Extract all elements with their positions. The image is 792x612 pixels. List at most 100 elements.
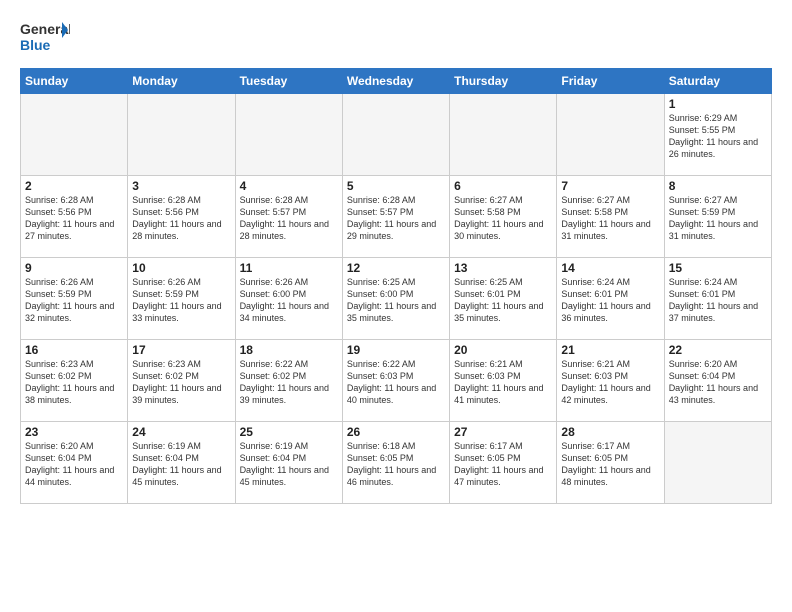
day-number: 7 xyxy=(561,179,659,193)
weekday-tuesday: Tuesday xyxy=(235,69,342,94)
day-info: Sunrise: 6:17 AM Sunset: 6:05 PM Dayligh… xyxy=(561,440,659,489)
day-info: Sunrise: 6:20 AM Sunset: 6:04 PM Dayligh… xyxy=(25,440,123,489)
day-info: Sunrise: 6:24 AM Sunset: 6:01 PM Dayligh… xyxy=(669,276,767,325)
day-info: Sunrise: 6:23 AM Sunset: 6:02 PM Dayligh… xyxy=(132,358,230,407)
calendar-cell: 14Sunrise: 6:24 AM Sunset: 6:01 PM Dayli… xyxy=(557,258,664,340)
day-number: 20 xyxy=(454,343,552,357)
calendar-cell: 18Sunrise: 6:22 AM Sunset: 6:02 PM Dayli… xyxy=(235,340,342,422)
day-number: 4 xyxy=(240,179,338,193)
calendar-cell: 8Sunrise: 6:27 AM Sunset: 5:59 PM Daylig… xyxy=(664,176,771,258)
day-info: Sunrise: 6:21 AM Sunset: 6:03 PM Dayligh… xyxy=(561,358,659,407)
day-info: Sunrise: 6:20 AM Sunset: 6:04 PM Dayligh… xyxy=(669,358,767,407)
day-number: 27 xyxy=(454,425,552,439)
calendar-cell xyxy=(557,94,664,176)
day-info: Sunrise: 6:22 AM Sunset: 6:03 PM Dayligh… xyxy=(347,358,445,407)
day-number: 22 xyxy=(669,343,767,357)
page: General Blue SundayMondayTuesdayWednesda… xyxy=(0,0,792,612)
calendar-cell: 12Sunrise: 6:25 AM Sunset: 6:00 PM Dayli… xyxy=(342,258,449,340)
day-info: Sunrise: 6:28 AM Sunset: 5:57 PM Dayligh… xyxy=(240,194,338,243)
calendar-cell xyxy=(342,94,449,176)
day-number: 12 xyxy=(347,261,445,275)
logo: General Blue xyxy=(20,16,70,58)
calendar-cell: 7Sunrise: 6:27 AM Sunset: 5:58 PM Daylig… xyxy=(557,176,664,258)
day-info: Sunrise: 6:23 AM Sunset: 6:02 PM Dayligh… xyxy=(25,358,123,407)
weekday-thursday: Thursday xyxy=(450,69,557,94)
weekday-monday: Monday xyxy=(128,69,235,94)
day-info: Sunrise: 6:17 AM Sunset: 6:05 PM Dayligh… xyxy=(454,440,552,489)
day-number: 21 xyxy=(561,343,659,357)
day-number: 19 xyxy=(347,343,445,357)
weekday-friday: Friday xyxy=(557,69,664,94)
day-info: Sunrise: 6:19 AM Sunset: 6:04 PM Dayligh… xyxy=(240,440,338,489)
week-row-2: 9Sunrise: 6:26 AM Sunset: 5:59 PM Daylig… xyxy=(21,258,772,340)
day-number: 28 xyxy=(561,425,659,439)
calendar-cell: 11Sunrise: 6:26 AM Sunset: 6:00 PM Dayli… xyxy=(235,258,342,340)
day-info: Sunrise: 6:26 AM Sunset: 6:00 PM Dayligh… xyxy=(240,276,338,325)
calendar-cell xyxy=(235,94,342,176)
calendar-cell: 9Sunrise: 6:26 AM Sunset: 5:59 PM Daylig… xyxy=(21,258,128,340)
day-info: Sunrise: 6:25 AM Sunset: 6:01 PM Dayligh… xyxy=(454,276,552,325)
day-number: 11 xyxy=(240,261,338,275)
day-info: Sunrise: 6:24 AM Sunset: 6:01 PM Dayligh… xyxy=(561,276,659,325)
calendar-cell: 1Sunrise: 6:29 AM Sunset: 5:55 PM Daylig… xyxy=(664,94,771,176)
calendar-cell xyxy=(664,422,771,504)
day-number: 13 xyxy=(454,261,552,275)
day-number: 14 xyxy=(561,261,659,275)
day-number: 8 xyxy=(669,179,767,193)
day-number: 25 xyxy=(240,425,338,439)
calendar-cell: 19Sunrise: 6:22 AM Sunset: 6:03 PM Dayli… xyxy=(342,340,449,422)
week-row-4: 23Sunrise: 6:20 AM Sunset: 6:04 PM Dayli… xyxy=(21,422,772,504)
logo-svg: General Blue xyxy=(20,16,70,58)
weekday-saturday: Saturday xyxy=(664,69,771,94)
day-info: Sunrise: 6:19 AM Sunset: 6:04 PM Dayligh… xyxy=(132,440,230,489)
svg-text:Blue: Blue xyxy=(20,37,51,53)
day-number: 2 xyxy=(25,179,123,193)
day-number: 3 xyxy=(132,179,230,193)
day-info: Sunrise: 6:29 AM Sunset: 5:55 PM Dayligh… xyxy=(669,112,767,161)
day-number: 15 xyxy=(669,261,767,275)
day-number: 6 xyxy=(454,179,552,193)
calendar-cell: 25Sunrise: 6:19 AM Sunset: 6:04 PM Dayli… xyxy=(235,422,342,504)
calendar-cell: 2Sunrise: 6:28 AM Sunset: 5:56 PM Daylig… xyxy=(21,176,128,258)
calendar-cell: 20Sunrise: 6:21 AM Sunset: 6:03 PM Dayli… xyxy=(450,340,557,422)
week-row-3: 16Sunrise: 6:23 AM Sunset: 6:02 PM Dayli… xyxy=(21,340,772,422)
day-info: Sunrise: 6:26 AM Sunset: 5:59 PM Dayligh… xyxy=(132,276,230,325)
weekday-sunday: Sunday xyxy=(21,69,128,94)
day-info: Sunrise: 6:28 AM Sunset: 5:56 PM Dayligh… xyxy=(25,194,123,243)
calendar-cell: 5Sunrise: 6:28 AM Sunset: 5:57 PM Daylig… xyxy=(342,176,449,258)
day-info: Sunrise: 6:27 AM Sunset: 5:58 PM Dayligh… xyxy=(561,194,659,243)
calendar-table: SundayMondayTuesdayWednesdayThursdayFrid… xyxy=(20,68,772,504)
calendar-cell: 10Sunrise: 6:26 AM Sunset: 5:59 PM Dayli… xyxy=(128,258,235,340)
day-info: Sunrise: 6:25 AM Sunset: 6:00 PM Dayligh… xyxy=(347,276,445,325)
day-info: Sunrise: 6:22 AM Sunset: 6:02 PM Dayligh… xyxy=(240,358,338,407)
calendar-cell: 22Sunrise: 6:20 AM Sunset: 6:04 PM Dayli… xyxy=(664,340,771,422)
day-number: 23 xyxy=(25,425,123,439)
day-info: Sunrise: 6:18 AM Sunset: 6:05 PM Dayligh… xyxy=(347,440,445,489)
weekday-header-row: SundayMondayTuesdayWednesdayThursdayFrid… xyxy=(21,69,772,94)
day-number: 17 xyxy=(132,343,230,357)
calendar-cell: 27Sunrise: 6:17 AM Sunset: 6:05 PM Dayli… xyxy=(450,422,557,504)
day-number: 24 xyxy=(132,425,230,439)
calendar-cell xyxy=(450,94,557,176)
calendar-cell: 24Sunrise: 6:19 AM Sunset: 6:04 PM Dayli… xyxy=(128,422,235,504)
calendar-cell xyxy=(21,94,128,176)
day-info: Sunrise: 6:26 AM Sunset: 5:59 PM Dayligh… xyxy=(25,276,123,325)
week-row-1: 2Sunrise: 6:28 AM Sunset: 5:56 PM Daylig… xyxy=(21,176,772,258)
day-info: Sunrise: 6:28 AM Sunset: 5:57 PM Dayligh… xyxy=(347,194,445,243)
calendar-cell xyxy=(128,94,235,176)
calendar-cell: 26Sunrise: 6:18 AM Sunset: 6:05 PM Dayli… xyxy=(342,422,449,504)
week-row-0: 1Sunrise: 6:29 AM Sunset: 5:55 PM Daylig… xyxy=(21,94,772,176)
day-number: 9 xyxy=(25,261,123,275)
day-number: 16 xyxy=(25,343,123,357)
header: General Blue xyxy=(20,16,772,58)
calendar-cell: 15Sunrise: 6:24 AM Sunset: 6:01 PM Dayli… xyxy=(664,258,771,340)
day-info: Sunrise: 6:28 AM Sunset: 5:56 PM Dayligh… xyxy=(132,194,230,243)
calendar-cell: 4Sunrise: 6:28 AM Sunset: 5:57 PM Daylig… xyxy=(235,176,342,258)
day-number: 5 xyxy=(347,179,445,193)
day-info: Sunrise: 6:21 AM Sunset: 6:03 PM Dayligh… xyxy=(454,358,552,407)
day-number: 18 xyxy=(240,343,338,357)
calendar-cell: 6Sunrise: 6:27 AM Sunset: 5:58 PM Daylig… xyxy=(450,176,557,258)
calendar-cell: 28Sunrise: 6:17 AM Sunset: 6:05 PM Dayli… xyxy=(557,422,664,504)
day-info: Sunrise: 6:27 AM Sunset: 5:59 PM Dayligh… xyxy=(669,194,767,243)
calendar-cell: 23Sunrise: 6:20 AM Sunset: 6:04 PM Dayli… xyxy=(21,422,128,504)
